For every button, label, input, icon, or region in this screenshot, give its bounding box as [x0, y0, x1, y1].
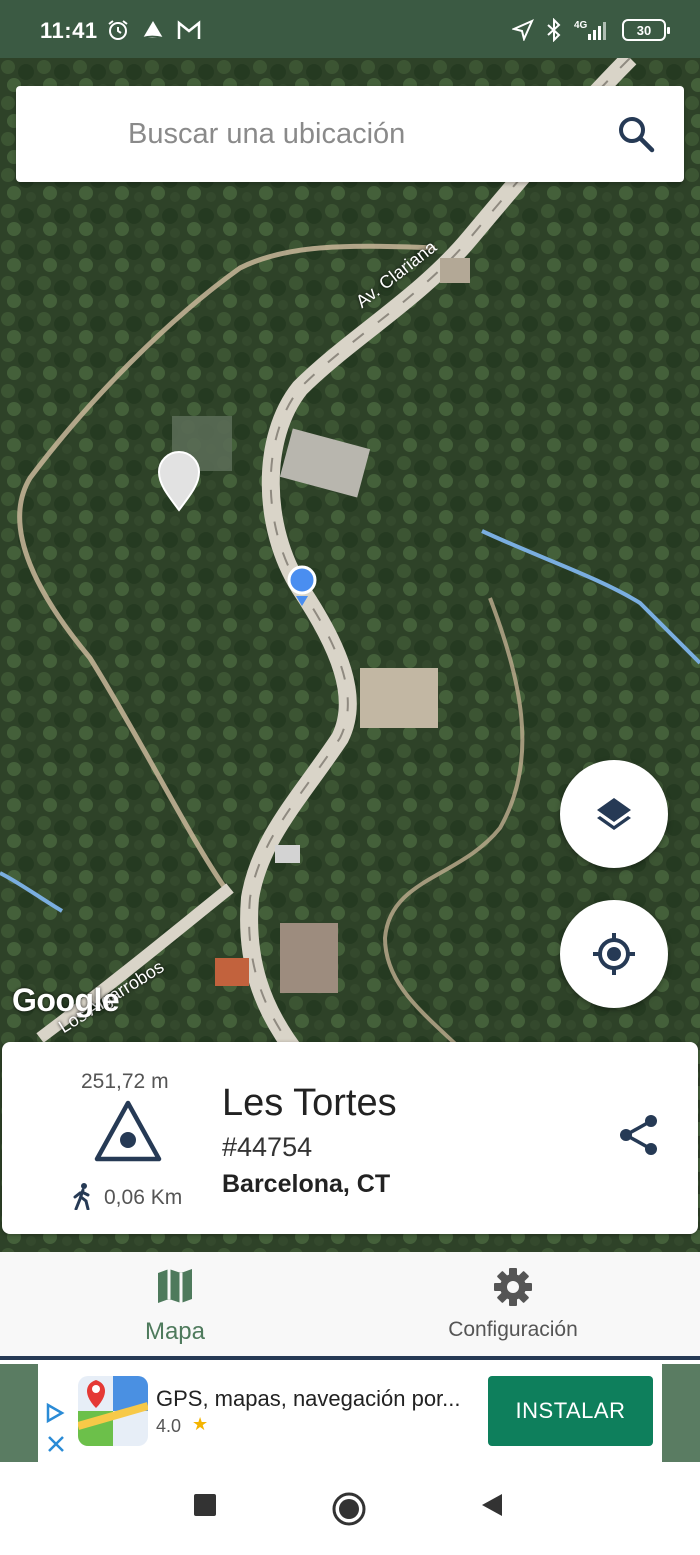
system-status-icons: 4G 30: [512, 18, 670, 42]
distance-value: 0,06 Km: [104, 1186, 183, 1209]
ad-content[interactable]: GPS, mapas, navegación por... 4.0 ★ INST…: [38, 1364, 662, 1462]
ad-rating: 4.0: [156, 1416, 182, 1436]
status-time: 11:41: [40, 18, 98, 43]
ad-info-icon[interactable]: [44, 1402, 66, 1424]
walking-icon: [73, 1183, 90, 1210]
peak-icon: [94, 1100, 162, 1162]
location-pin-marker[interactable]: [157, 450, 201, 512]
nav-label-map: Mapa: [144, 1318, 206, 1345]
recents-icon[interactable]: [192, 1492, 218, 1518]
nav-item-map[interactable]: Mapa: [0, 1252, 350, 1356]
battery-icon: 30: [622, 19, 670, 41]
search-input[interactable]: [128, 108, 588, 160]
ad-banner: GPS, mapas, navegación por... 4.0 ★ INST…: [0, 1364, 700, 1462]
status-bar: 11:41 4G 30: [0, 0, 700, 58]
gear-icon: [494, 1268, 532, 1306]
ad-app-icon: [78, 1376, 148, 1446]
place-name: Les Tortes: [222, 1082, 397, 1124]
bluetooth-icon: [547, 18, 561, 42]
search-bar[interactable]: [16, 86, 684, 182]
map-icon: [158, 1269, 192, 1303]
bottom-navigation: Mapa Configuración: [0, 1252, 700, 1360]
current-location-dot: [287, 565, 317, 606]
ad-title: GPS, mapas, navegación por...: [156, 1386, 461, 1411]
layers-icon: [597, 798, 631, 830]
nav-label-settings: Configuración: [448, 1318, 578, 1341]
place-id: #44754: [222, 1132, 313, 1162]
nav-item-settings[interactable]: Configuración: [350, 1252, 700, 1356]
notification-icon: [142, 21, 164, 39]
layers-button[interactable]: [560, 760, 668, 868]
gmail-icon: [177, 20, 201, 39]
share-icon[interactable]: [616, 1112, 662, 1158]
google-attribution: Google: [12, 982, 120, 1018]
alarm-icon: [108, 20, 128, 40]
system-navigation-bar: [0, 1462, 700, 1555]
elevation-value: 251,72 m: [81, 1070, 169, 1093]
notification-icons: [106, 18, 202, 42]
my-location-button[interactable]: [560, 900, 668, 1008]
place-info-card[interactable]: 251,72 m 0,06 Km Les Tortes #44754 Barce…: [2, 1042, 698, 1234]
install-button[interactable]: INSTALAR: [488, 1376, 653, 1446]
location-icon: [512, 19, 534, 41]
home-icon[interactable]: [331, 1491, 367, 1527]
ad-close-icon[interactable]: [46, 1434, 66, 1454]
my-location-icon: [593, 933, 635, 975]
search-icon[interactable]: [616, 114, 656, 154]
star-icon: ★: [192, 1414, 209, 1434]
signal-icon: 4G: [574, 18, 610, 42]
place-region: Barcelona, CT: [222, 1170, 391, 1198]
back-icon[interactable]: [478, 1492, 504, 1518]
